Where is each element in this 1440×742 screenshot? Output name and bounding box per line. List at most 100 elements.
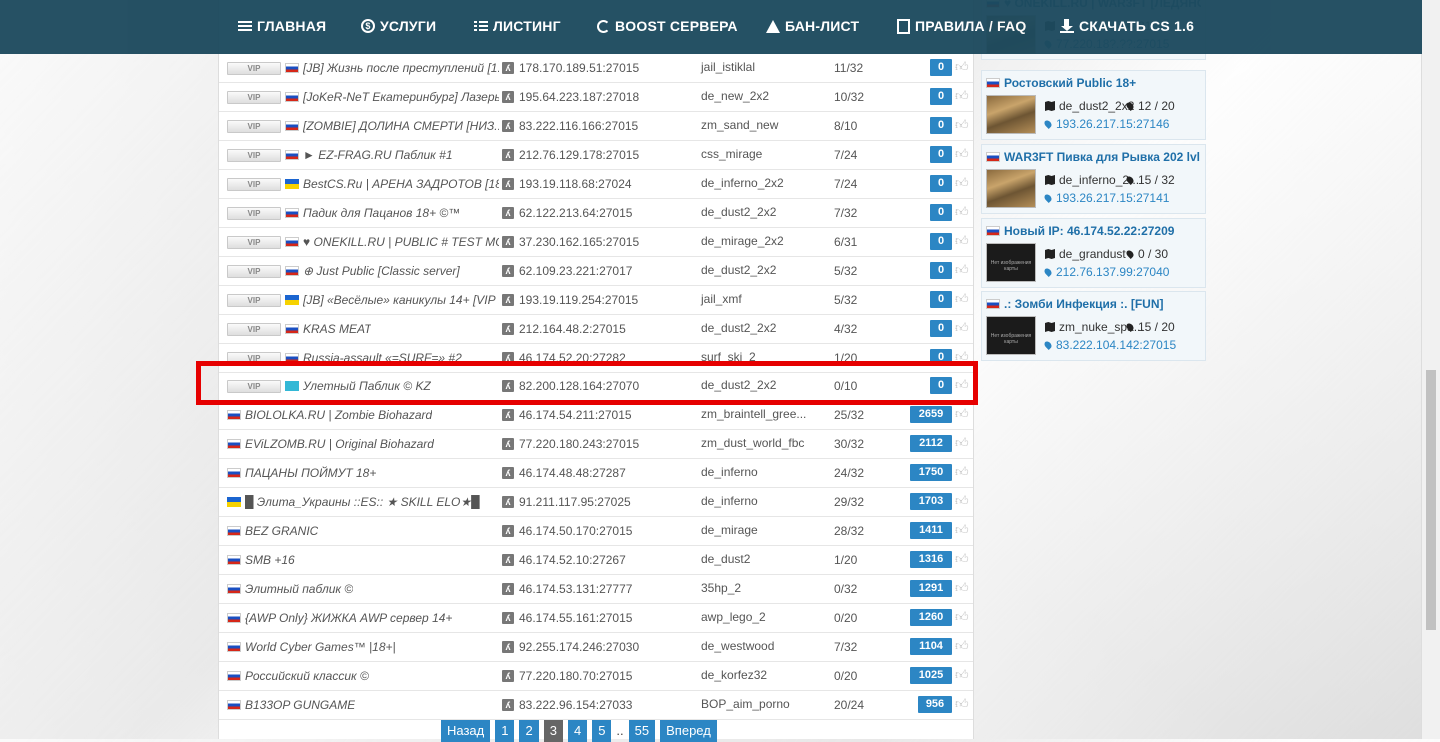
vip-button[interactable]: VIP bbox=[227, 380, 281, 394]
vip-button[interactable]: VIP bbox=[227, 177, 281, 191]
server-ip[interactable]: 193.19.119.254:27015 bbox=[519, 293, 638, 307]
table-row[interactable]: VIP BestCS.Ru | АРЕНА ЗАДРОТОВ [18+] ʎ 193.… bbox=[219, 170, 973, 199]
server-ip[interactable]: 46.174.55.161:27015 bbox=[519, 611, 632, 625]
scrollbar-thumb[interactable] bbox=[1426, 370, 1436, 630]
nav-item-3[interactable]: BOOST СЕРВЕРА bbox=[597, 18, 738, 34]
server-name[interactable]: [JoKeR-NeT Екатеринбург] Лазеры ... bbox=[303, 90, 499, 104]
table-row[interactable]: BIOLOLKA.RU | Zombie Biohazard ʎ 46.174.54… bbox=[219, 401, 973, 431]
table-row[interactable]: VIP ♥ ONEKILL.RU | PUBLIC # TEST MO... ʎ 37… bbox=[219, 228, 973, 257]
server-ip[interactable]: 46.174.52.20:27282 bbox=[519, 351, 626, 365]
thumbs-up-icon[interactable]: 👍︎ bbox=[955, 349, 969, 365]
server-name[interactable]: Улетный Паблик © KZ bbox=[303, 379, 431, 393]
thumbs-up-icon[interactable]: 👍︎ bbox=[955, 377, 969, 393]
thumbs-up-icon[interactable]: 👍︎ bbox=[955, 291, 969, 307]
sidebar-server-card[interactable]: Ростовский Public 18+ de_dust2_2x2 12 / 20… bbox=[981, 70, 1206, 140]
thumbs-up-icon[interactable]: 👍︎ bbox=[955, 580, 969, 596]
server-name[interactable]: [ZOMBIE] ДОЛИНА СМЕРТИ [НИЗ... bbox=[303, 119, 499, 133]
table-row[interactable]: VIP [JoKeR-NeT Екатеринбург] Лазеры ... ʎ 1… bbox=[219, 83, 973, 112]
server-ip[interactable]: 37.230.162.165:27015 bbox=[519, 235, 639, 249]
table-row[interactable]: EViLZOMB.RU | Original Biohazard ʎ 77.220.… bbox=[219, 430, 973, 460]
thumbs-up-icon[interactable]: 👍︎ bbox=[955, 406, 969, 422]
thumbs-up-icon[interactable]: 👍︎ bbox=[955, 146, 969, 162]
server-ip[interactable]: 46.174.50.170:27015 bbox=[519, 524, 632, 538]
sidebar-server-card[interactable]: Новый IP: 46.174.52.22:27209 Нет изображе… bbox=[981, 218, 1206, 288]
server-ip[interactable]: 62.109.23.221:27017 bbox=[519, 264, 632, 278]
server-ip[interactable]: 195.64.223.187:27018 bbox=[519, 90, 639, 104]
sidebar-server-title[interactable]: WAR3FT Пивка для Рывка 202 lvl [S... bbox=[986, 150, 1201, 164]
server-name[interactable]: BestCS.Ru | АРЕНА ЗАДРОТОВ [18+] bbox=[303, 177, 499, 191]
server-name[interactable]: █ Элита_Украины ::ES:: ★ SKILL ELO★█ bbox=[245, 495, 480, 509]
thumbs-up-icon[interactable]: 👍︎ bbox=[955, 88, 969, 104]
server-name[interactable]: Падик для Пацанов 18+ ©™ bbox=[303, 206, 460, 220]
table-row[interactable]: {AWP Only} ЖИЖКА AWP сервер 14+ ʎ 46.174.5… bbox=[219, 604, 973, 634]
server-name[interactable]: Элитный паблик © bbox=[245, 582, 353, 596]
table-row[interactable]: SMB +16 ʎ 46.174.52.10:27267 de_dust2 1/20 13… bbox=[219, 546, 973, 576]
server-name[interactable]: ⊕ Just Public [Classic server] bbox=[303, 264, 460, 278]
table-row[interactable]: VIP [JB] «Весёлые» каникулы 14+ [VIP ... ʎ… bbox=[219, 286, 973, 315]
table-row[interactable]: VIP Russia-assault «=SURF=» #2 ʎ 46.174.52.… bbox=[219, 344, 973, 373]
table-row[interactable]: VIP ► EZ-FRAG.RU Паблик #1 ʎ 212.76.129.178… bbox=[219, 141, 973, 170]
sidebar-server-ip[interactable]: 83.222.104.142:27015 bbox=[1043, 338, 1176, 352]
server-name[interactable]: [JB] «Весёлые» каникулы 14+ [VIP ... bbox=[303, 293, 499, 307]
table-row[interactable]: ПАЦАНЫ ПОЙМУТ 18+ ʎ 46.174.48.48:27287 de_i… bbox=[219, 459, 973, 489]
vip-button[interactable]: VIP bbox=[227, 235, 281, 249]
server-ip[interactable]: 77.220.180.70:27015 bbox=[519, 669, 632, 683]
server-name[interactable]: SMB +16 bbox=[245, 553, 295, 567]
server-ip[interactable]: 82.200.128.164:27070 bbox=[519, 379, 639, 393]
thumbs-up-icon[interactable]: 👍︎ bbox=[955, 696, 969, 712]
server-ip[interactable]: 92.255.174.246:27030 bbox=[519, 640, 639, 654]
server-name[interactable]: World Cyber Games™ |18+| bbox=[245, 640, 396, 654]
table-row[interactable]: VIP [ZOMBIE] ДОЛИНА СМЕРТИ [НИЗ... ʎ 83.222… bbox=[219, 112, 973, 141]
sidebar-server-card[interactable]: WAR3FT Пивка для Рывка 202 lvl [S... de_i… bbox=[981, 144, 1206, 214]
server-ip[interactable]: 46.174.48.48:27287 bbox=[519, 466, 626, 480]
nav-item-1[interactable]: $ УСЛУГИ bbox=[361, 18, 436, 34]
sidebar-server-card[interactable]: .: Зомби Инфекция :. [FUN] Нет изображени… bbox=[981, 291, 1206, 361]
server-ip[interactable]: 212.76.129.178:27015 bbox=[519, 148, 639, 162]
nav-item-0[interactable]: ГЛАВНАЯ bbox=[238, 18, 326, 34]
server-name[interactable]: {AWP Only} ЖИЖКА AWP сервер 14+ bbox=[245, 611, 452, 625]
sidebar-server-title[interactable]: Новый IP: 46.174.52.22:27209 bbox=[986, 224, 1201, 238]
vip-button[interactable]: VIP bbox=[227, 148, 281, 162]
table-row[interactable]: VIP Падик для Пацанов 18+ ©™ ʎ 62.122.213.6… bbox=[219, 199, 973, 228]
server-ip[interactable]: 83.222.116.166:27015 bbox=[519, 119, 638, 133]
table-row[interactable]: B133OP GUNGAME ʎ 83.222.96.154:27033 BOP_ai… bbox=[219, 691, 973, 720]
table-row[interactable]: World Cyber Games™ |18+| ʎ 92.255.174.246:… bbox=[219, 633, 973, 662]
thumbs-up-icon[interactable]: 👍︎ bbox=[955, 435, 969, 451]
sidebar-server-ip[interactable]: 212.76.137.99:27040 bbox=[1043, 265, 1169, 279]
vip-button[interactable]: VIP bbox=[227, 90, 281, 104]
server-name[interactable]: Russia-assault «=SURF=» #2 bbox=[303, 351, 462, 365]
vip-button[interactable]: VIP bbox=[227, 351, 281, 365]
server-ip[interactable]: 46.174.52.10:27267 bbox=[519, 553, 626, 567]
server-ip[interactable]: 91.211.117.95:27025 bbox=[519, 495, 631, 509]
vip-button[interactable]: VIP bbox=[227, 119, 281, 133]
nav-item-6[interactable]: СКАЧАТЬ CS 1.6 bbox=[1060, 18, 1194, 34]
server-name[interactable]: ► EZ-FRAG.RU Паблик #1 bbox=[303, 148, 453, 162]
thumbs-up-icon[interactable]: 👍︎ bbox=[955, 320, 969, 336]
table-row[interactable]: VIP ⊕ Just Public [Classic server] ʎ 62.109… bbox=[219, 257, 973, 286]
nav-item-4[interactable]: БАН-ЛИСТ bbox=[766, 18, 859, 34]
server-name[interactable]: [JB] Жизнь после преступлений [1... bbox=[303, 61, 499, 75]
vip-button[interactable]: VIP bbox=[227, 62, 281, 75]
thumbs-up-icon[interactable]: 👍︎ bbox=[955, 117, 969, 133]
thumbs-up-icon[interactable]: 👍︎ bbox=[955, 667, 969, 683]
server-ip[interactable]: 46.174.54.211:27015 bbox=[519, 408, 632, 422]
thumbs-up-icon[interactable]: 👍︎ bbox=[955, 59, 969, 75]
thumbs-up-icon[interactable]: 👍︎ bbox=[955, 638, 969, 654]
thumbs-up-icon[interactable]: 👍︎ bbox=[955, 609, 969, 625]
server-ip[interactable]: 46.174.53.131:27777 bbox=[519, 582, 632, 596]
thumbs-up-icon[interactable]: 👍︎ bbox=[955, 204, 969, 220]
table-row[interactable]: Российский классик © ʎ 77.220.180.70:27015… bbox=[219, 662, 973, 691]
thumbs-up-icon[interactable]: 👍︎ bbox=[955, 233, 969, 249]
server-name[interactable]: ♥ ONEKILL.RU | PUBLIC # TEST MO... bbox=[303, 235, 499, 249]
nav-item-5[interactable]: ПРАВИЛА / FAQ bbox=[897, 18, 1026, 34]
thumbs-up-icon[interactable]: 👍︎ bbox=[955, 551, 969, 567]
server-ip[interactable]: 193.19.118.68:27024 bbox=[519, 177, 632, 191]
server-ip[interactable]: 212.164.48.2:27015 bbox=[519, 322, 626, 336]
table-row[interactable]: VIP Улетный Паблик © KZ ʎ 82.200.128.164:27… bbox=[219, 372, 973, 402]
table-row[interactable]: Элитный паблик © ʎ 46.174.53.131:27777 35hp… bbox=[219, 575, 973, 605]
vip-button[interactable]: VIP bbox=[227, 264, 281, 278]
vip-button[interactable]: VIP bbox=[227, 206, 281, 220]
table-row[interactable]: █ Элита_Украины ::ES:: ★ SKILL ELO★█ ʎ 91.… bbox=[219, 488, 973, 518]
table-row[interactable]: BEZ GRANIC ʎ 46.174.50.170:27015 de_mirage 2… bbox=[219, 517, 973, 547]
server-ip[interactable]: 83.222.96.154:27033 bbox=[519, 698, 632, 712]
